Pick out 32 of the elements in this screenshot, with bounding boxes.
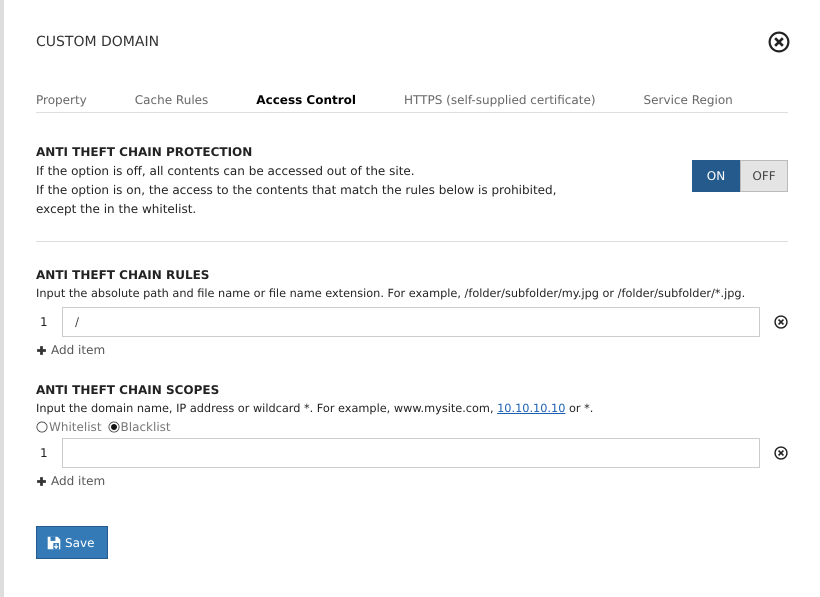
save-icon — [47, 536, 61, 550]
tab[interactable]: Cache Rules — [134, 90, 208, 110]
dialog-title: CUSTOM DOMAIN — [36, 34, 160, 50]
description-text: If the option is on, the access to the contents that match the rules below is prohibited, — [36, 182, 556, 199]
section-heading: ANTI THEFT CHAIN SCOPES — [36, 383, 220, 397]
tab[interactable]: Service Region — [644, 90, 733, 110]
plus-icon — [36, 344, 47, 356]
description-text: except the in the whitelist. — [36, 201, 198, 218]
add-item-button[interactable]: Add item — [36, 343, 106, 357]
link[interactable]: 10.10.10.10 — [497, 402, 566, 415]
input-field[interactable]: / — [62, 307, 760, 337]
section-heading: ANTI THEFT CHAIN RULES — [36, 268, 210, 282]
row-number: 1 — [39, 315, 49, 329]
toggle-option[interactable]: ON — [692, 160, 740, 192]
row-number: 1 — [39, 446, 49, 460]
section-heading: ANTI THEFT CHAIN PROTECTION — [36, 145, 254, 159]
tab[interactable]: Property — [36, 90, 87, 110]
description-text: Input the absolute path and file name or file name extension. For example, /folder/subfolder/my.jpg or /folder/subfolder/*.jpg. — [36, 286, 746, 302]
remove-icon[interactable] — [774, 446, 788, 460]
tab[interactable]: Access Control — [256, 90, 356, 110]
input-field[interactable] — [62, 438, 760, 468]
save-button[interactable]: Save — [36, 526, 108, 559]
add-item-button[interactable]: Add item — [36, 474, 106, 488]
remove-icon[interactable] — [774, 315, 788, 329]
description-text: Input the domain name, IP address or wildcard *. For example, www.mysite.com, 10.10.10.10 or *. — [36, 401, 594, 417]
toggle-option[interactable]: OFF — [740, 160, 788, 192]
radio-option[interactable]: Whitelist — [36, 420, 102, 434]
radio-option[interactable]: Blacklist — [108, 420, 171, 434]
close-icon[interactable] — [768, 31, 790, 53]
plus-icon — [36, 476, 47, 486]
tab[interactable]: HTTPS (self-supplied certificate) — [404, 90, 596, 110]
description-text: If the option is off, all contents can be accessed out of the site. — [36, 163, 416, 180]
